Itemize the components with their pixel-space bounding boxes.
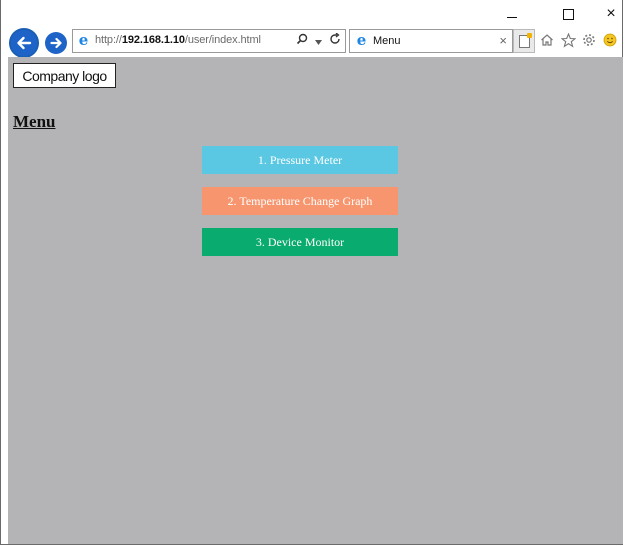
page-content: Company logo Menu 1. Pressure Meter 2. T… — [8, 57, 623, 544]
ie-tab-icon: e — [356, 31, 367, 49]
arrow-right-icon — [50, 37, 62, 49]
tab-title: Menu — [373, 35, 401, 47]
feedback-smiley-icon[interactable] — [602, 30, 618, 50]
url-path: /user/index.html — [184, 34, 261, 46]
browser-toolbar: e http://192.168.1.10/user/index.html e … — [1, 26, 622, 58]
ie-logo-icon: e — [78, 31, 89, 49]
forward-button[interactable] — [45, 32, 67, 54]
device-monitor-button[interactable]: 3. Device Monitor — [202, 228, 398, 256]
browser-window: × e http://192.168.1.10/user/index.html — [0, 0, 623, 545]
settings-gear-icon[interactable] — [581, 30, 597, 50]
title-bar: × — [1, 0, 622, 26]
minimize-icon — [507, 16, 517, 18]
tab-close-icon[interactable]: × — [499, 33, 507, 48]
new-tab-button[interactable] — [513, 29, 535, 53]
search-icon[interactable] — [296, 33, 308, 48]
maximize-button[interactable] — [556, 4, 580, 24]
close-icon: × — [606, 5, 616, 22]
home-icon[interactable] — [539, 30, 555, 50]
minimize-button[interactable] — [500, 4, 524, 24]
arrow-left-icon — [17, 36, 32, 50]
company-logo: Company logo — [13, 63, 116, 88]
address-bar[interactable]: e http://192.168.1.10/user/index.html — [72, 29, 346, 53]
close-window-button[interactable]: × — [599, 4, 623, 24]
menu-heading: Menu — [13, 112, 56, 131]
pressure-meter-button[interactable]: 1. Pressure Meter — [202, 146, 398, 174]
dropdown-icon[interactable] — [315, 34, 322, 48]
address-tools — [296, 32, 341, 48]
new-tab-icon — [518, 32, 532, 48]
back-button[interactable] — [9, 28, 39, 58]
temperature-change-graph-button[interactable]: 2. Temperature Change Graph — [202, 187, 398, 215]
maximize-icon — [562, 8, 574, 20]
url-text[interactable]: http://192.168.1.10/user/index.html — [95, 34, 261, 46]
tab-menu[interactable]: e Menu × — [349, 29, 513, 53]
url-host: 192.168.1.10 — [121, 34, 185, 46]
refresh-icon[interactable] — [329, 32, 341, 48]
browser-tools — [539, 30, 618, 50]
url-scheme: http:// — [95, 34, 122, 46]
favorites-star-icon[interactable] — [560, 30, 576, 50]
